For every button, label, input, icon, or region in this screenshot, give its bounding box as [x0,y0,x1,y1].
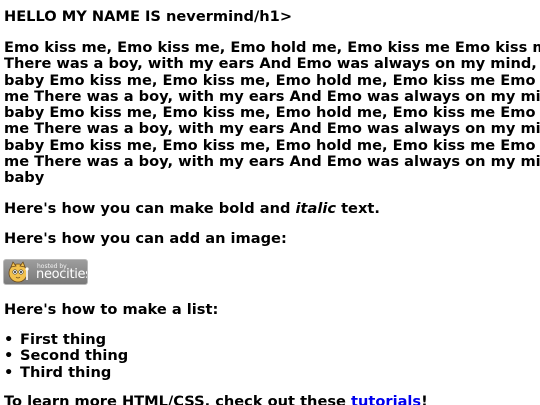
learn-suffix: ! [421,393,428,405]
lyrics-line: Emo kiss me, Emo kiss me, Emo hold me, E… [4,39,540,56]
lyrics-line: baby Emo kiss me, Emo kiss me, Emo hold … [4,136,540,154]
bullet-icon: • [4,331,14,348]
list-item: • Third thing [4,363,128,381]
lyrics-line: me There was a boy, with my ears And Emo… [4,87,540,105]
lyrics-line: baby Emo kiss me, Emo kiss me, Emo hold … [4,104,540,122]
bullet-icon: • [4,347,14,365]
list-item: • First thing [4,331,128,348]
image-line: Here's how you can add an image: [4,230,287,247]
page-heading: HELLO MY NAME IS nevermind/h1> [4,8,293,25]
bold-italic-suffix: text. [336,200,380,217]
neocities-badge[interactable]: hosted by neocities [3,259,88,285]
bullet-icon: • [4,363,14,381]
lyrics-line: me There was a boy, with my ears And Emo… [4,153,540,171]
tutorials-link[interactable]: tutorials [351,393,421,405]
italic-word: italic [295,200,336,217]
list-item-label: Second thing [20,347,129,365]
learn-line: To learn more HTML/CSS, check out these … [4,393,428,405]
bold-italic-prefix: Here's how you can make bold and [4,200,296,217]
badge-big-text: neocities [36,267,88,282]
lyrics-line: baby [4,169,45,187]
thing-list: • First thing • Second thing • Third thing [4,331,129,381]
page: HELLO MY NAME IS nevermind/h1> Emo kiss … [0,0,540,405]
list-item-label: Third thing [20,363,112,381]
list-item-label: First thing [20,331,107,348]
lyrics-line: me There was a boy, with my ears And Emo… [4,120,540,138]
list-item: • Second thing [4,347,129,365]
bold-italic-line: Here's how you can make bold and italic … [4,200,380,217]
lyrics-line: baby Emo kiss me, Emo kiss me, Emo hold … [4,71,540,89]
list-heading: Here's how to make a list: [4,301,219,318]
neocities-cat-icon [8,261,29,283]
lyrics-paragraph: Emo kiss me, Emo kiss me, Emo hold me, E… [4,39,540,187]
lyrics-line: There was a boy, with my ears And Emo wa… [4,55,537,73]
learn-prefix: To learn more HTML/CSS, check out these [4,393,352,405]
